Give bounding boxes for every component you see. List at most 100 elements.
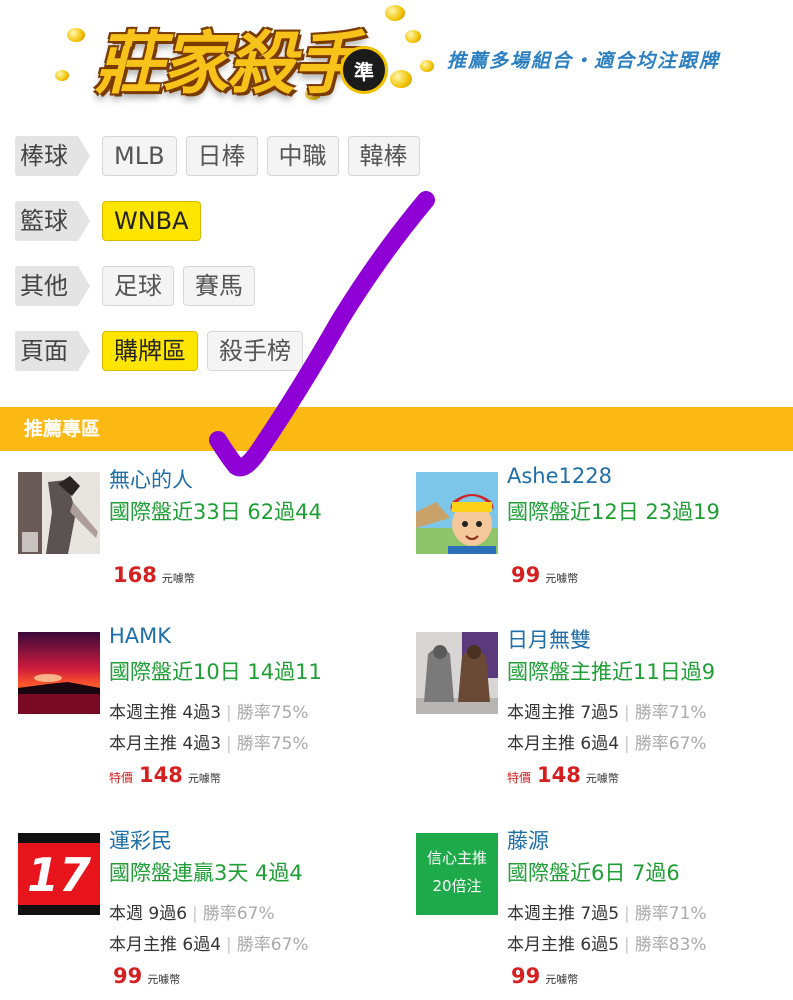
expert-name[interactable]: Ashe1228 (507, 464, 612, 488)
price[interactable]: 特價 148 元噱幣 (507, 763, 619, 787)
section-title: 推薦專區 (24, 418, 101, 440)
expert-card[interactable]: Ashe1228 國際盤近12日 23過19 99 元噱幣 (416, 464, 793, 592)
expert-card[interactable]: 日月無雙 國際盤主推近11日過9 本週主推 7過5 | 勝率71% 本月主推 6過4… (416, 628, 793, 792)
avatar[interactable]: 信心主推 20倍注 (416, 833, 498, 915)
expert-record: 國際盤近10日 14過11 (109, 660, 322, 684)
win-rate: 勝率71% (634, 703, 707, 723)
coin-icon (55, 70, 69, 81)
price-unit: 元噱幣 (187, 772, 221, 785)
chip-npb[interactable]: 日棒 (185, 136, 258, 176)
expert-name[interactable]: 日月無雙 (507, 624, 591, 654)
stat-text: 本週主推 4過3 (109, 703, 222, 723)
logo-text: 莊家殺手 (95, 25, 361, 104)
expert-record: 國際盤近12日 23過19 (507, 500, 720, 524)
stat-text: 本月主推 6過4 (507, 734, 620, 754)
price[interactable]: 特價 148 元噱幣 (109, 763, 221, 787)
site-logo[interactable]: 莊家殺手 準 (55, 0, 440, 110)
category-row-baseball: 棒球 MLB 日棒 中職 韓棒 (15, 136, 429, 176)
price-unit: 元噱幣 (147, 973, 181, 986)
price-value: 99 (113, 964, 143, 988)
avatar[interactable] (416, 632, 498, 714)
category-label: 頁面 (15, 331, 90, 371)
avatar[interactable]: 17 (18, 833, 100, 915)
chip-cpbl[interactable]: 中職 (266, 136, 339, 176)
chip-wnba[interactable]: WNBA (102, 201, 201, 241)
expert-record: 國際盤近33日 62過44 (109, 500, 322, 524)
price-value: 148 (139, 763, 183, 787)
expert-name[interactable]: 運彩民 (109, 825, 172, 855)
price-unit: 元噱幣 (545, 572, 579, 585)
price-unit: 元噱幣 (161, 572, 195, 585)
price-value: 99 (511, 563, 541, 587)
expert-card[interactable]: 17 運彩民 國際盤連贏3天 4過4 本週 9過6 | 勝率67% 本月主推 6過4… (18, 829, 398, 993)
category-label: 其他 (15, 266, 90, 306)
tagline: 推薦多場組合・適合均注跟牌 (447, 50, 721, 72)
stat-text: 本週主推 7過5 (507, 703, 620, 723)
stat-text: 本週 9過6 (109, 904, 188, 924)
category-row-page: 頁面 購牌區 殺手榜 (15, 331, 312, 371)
chip-mlb[interactable]: MLB (102, 136, 177, 176)
weekly-stat: 本週主推 7過5 | 勝率71% (507, 904, 707, 924)
avatar-line: 20倍注 (432, 877, 481, 895)
weekly-stat: 本週主推 7過5 | 勝率71% (507, 703, 707, 723)
chip-kbo[interactable]: 韓棒 (347, 136, 420, 176)
expert-name[interactable]: 無心的人 (109, 464, 193, 494)
coin-icon (405, 30, 421, 43)
win-rate: 勝率71% (634, 904, 707, 924)
promo-label: 特價 (109, 771, 134, 785)
chip-soccer[interactable]: 足球 (102, 266, 174, 306)
coin-icon (390, 70, 412, 88)
expert-card[interactable]: 信心主推 20倍注 藤源 國際盤近6日 7過6 本週主推 7過5 | 勝率71% 本… (416, 829, 793, 993)
win-rate: 勝率75% (236, 734, 309, 754)
expert-record: 國際盤近6日 7過6 (507, 861, 680, 885)
avatar-line: 信心主推 (427, 849, 487, 867)
expert-record: 國際盤連贏3天 4過4 (109, 861, 303, 885)
stat-text: 本月主推 6過5 (507, 935, 620, 955)
category-label: 籃球 (15, 201, 90, 241)
expert-card[interactable]: 無心的人 國際盤近33日 62過44 168 元噱幣 (18, 468, 398, 592)
stat-text: 本月主推 6過4 (109, 935, 222, 955)
monthly-stat: 本月主推 6過4 | 勝率67% (507, 734, 707, 754)
price[interactable]: 99 元噱幣 (511, 563, 578, 587)
coin-icon (67, 28, 85, 42)
chip-horse-racing[interactable]: 賽馬 (183, 266, 255, 306)
avatar-number: 17 (27, 848, 91, 902)
weekly-stat: 本週 9過6 | 勝率67% (109, 904, 275, 924)
price-value: 99 (511, 964, 541, 988)
win-rate: 勝率67% (202, 904, 275, 924)
category-row-other: 其他 足球 賽馬 (15, 266, 264, 306)
win-rate: 勝率83% (634, 935, 707, 955)
monthly-stat: 本月主推 4過3 | 勝率75% (109, 734, 309, 754)
logo-badge: 準 (340, 46, 388, 94)
monthly-stat: 本月主推 6過4 | 勝率67% (109, 935, 309, 955)
avatar[interactable] (416, 472, 498, 554)
win-rate: 勝率67% (634, 734, 707, 754)
promo-label: 特價 (507, 771, 532, 785)
expert-name[interactable]: 藤源 (507, 825, 549, 855)
coin-icon (385, 5, 405, 21)
price-value: 168 (113, 563, 157, 587)
expert-record: 國際盤主推近11日過9 (507, 660, 716, 684)
coin-icon (420, 60, 434, 72)
weekly-stat: 本週主推 4過3 | 勝率75% (109, 703, 309, 723)
price[interactable]: 168 元噱幣 (113, 563, 195, 587)
win-rate: 勝率67% (236, 935, 309, 955)
price-unit: 元噱幣 (585, 772, 619, 785)
section-header: 推薦專區 (0, 407, 793, 451)
price-value: 148 (537, 763, 581, 787)
price[interactable]: 99 元噱幣 (113, 964, 180, 988)
stat-text: 本週主推 7過5 (507, 904, 620, 924)
category-label: 棒球 (15, 136, 90, 176)
chip-killer-ranking[interactable]: 殺手榜 (207, 331, 303, 371)
expert-card[interactable]: HAMK 國際盤近10日 14過11 本週主推 4過3 | 勝率75% 本月主推 4… (18, 624, 398, 792)
chip-purchase-area[interactable]: 購牌區 (102, 331, 198, 371)
price-unit: 元噱幣 (545, 973, 579, 986)
win-rate: 勝率75% (236, 703, 309, 723)
price[interactable]: 99 元噱幣 (511, 964, 578, 988)
category-row-basketball: 籃球 WNBA (15, 201, 210, 241)
avatar[interactable] (18, 472, 100, 554)
expert-name[interactable]: HAMK (109, 624, 171, 648)
avatar[interactable] (18, 632, 100, 714)
monthly-stat: 本月主推 6過5 | 勝率83% (507, 935, 707, 955)
stat-text: 本月主推 4過3 (109, 734, 222, 754)
